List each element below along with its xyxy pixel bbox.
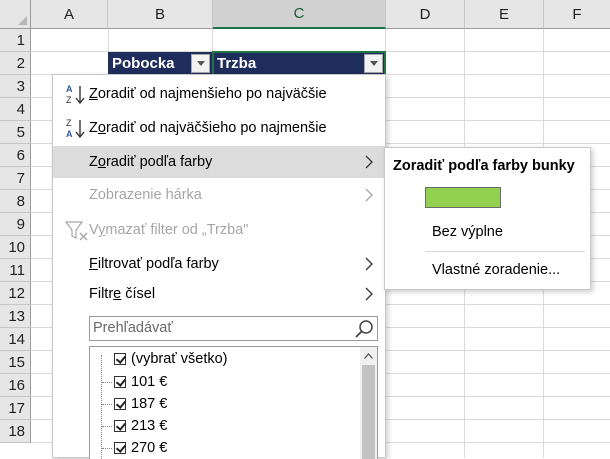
chevron-right-icon: [365, 287, 373, 301]
chevron-right-icon: [365, 155, 373, 169]
row-header[interactable]: 9: [0, 213, 31, 236]
autofilter-menu: A Z Zoradiť od najmenšieho po najväčšie …: [52, 74, 386, 459]
checkbox[interactable]: [114, 353, 126, 365]
row-header[interactable]: 14: [0, 328, 31, 351]
filter-value-list[interactable]: (vybrať všetko) 101 € 187 € 213 € 270 €: [89, 346, 378, 459]
list-item-label: 213 €: [131, 418, 168, 434]
column-header-a[interactable]: A: [31, 0, 108, 29]
cell-b2[interactable]: Pobocka: [108, 52, 212, 75]
svg-text:A: A: [66, 129, 73, 139]
filter-by-color-item[interactable]: Filtrovať podľa farby: [53, 248, 385, 280]
list-item[interactable]: 213 €: [102, 415, 167, 437]
svg-text:A: A: [66, 84, 73, 94]
sort-ascending-icon: A Z: [66, 84, 85, 105]
scrollbar-thumb[interactable]: [362, 365, 375, 459]
list-item-select-all[interactable]: (vybrať všetko): [114, 348, 228, 370]
number-filters-label: Filtre čísel: [89, 286, 156, 302]
row-header[interactable]: 1: [0, 29, 31, 52]
row-header[interactable]: 10: [0, 236, 31, 259]
sort-by-color-label: Zoradiť podľa farby: [89, 154, 213, 170]
list-item-label: 101 €: [131, 374, 168, 390]
custom-sort-option[interactable]: Vlastné zoradenie...: [432, 262, 560, 278]
no-fill-option[interactable]: Bez výplne: [432, 224, 503, 240]
scroll-up-icon[interactable]: [364, 353, 373, 359]
column-header-c[interactable]: C: [213, 0, 386, 29]
clear-filter-icon: [65, 221, 88, 241]
search-placeholder: Prehľadávať: [93, 320, 173, 336]
list-item[interactable]: 187 €: [102, 393, 167, 415]
list-item-label: (vybrať všetko): [131, 351, 228, 367]
row-header[interactable]: 17: [0, 397, 31, 420]
filter-dropdown-button-b[interactable]: [191, 54, 210, 73]
list-scrollbar[interactable]: [360, 347, 377, 459]
tree-connector: [102, 425, 112, 427]
sort-descending-label: Zoradiť od najväčšieho po najmenšie: [89, 120, 327, 136]
row-header[interactable]: 7: [0, 167, 31, 190]
checkbox[interactable]: [114, 442, 126, 454]
active-cell-border: [212, 51, 386, 76]
checkbox[interactable]: [114, 376, 126, 388]
list-item-label: 270 €: [131, 440, 168, 456]
sort-descending-icon: Z A: [66, 118, 85, 139]
search-input[interactable]: Prehľadávať: [89, 316, 378, 341]
list-item[interactable]: 101 €: [102, 371, 167, 393]
search-icon: [355, 320, 373, 338]
separator: [425, 251, 585, 252]
tree-connector: [102, 403, 112, 405]
submenu-title: Zoradiť podľa farby bunky: [393, 158, 575, 174]
sheet-view-item[interactable]: Zobrazenie hárka: [53, 179, 385, 211]
column-header-f[interactable]: F: [544, 0, 610, 29]
chevron-right-icon: [365, 188, 373, 202]
row-header[interactable]: 18: [0, 420, 31, 443]
filter-by-color-label: Filtrovať podľa farby: [89, 256, 219, 272]
row-header[interactable]: 12: [0, 282, 31, 305]
sort-descending-item[interactable]: Z A Zoradiť od najväčšieho po najmenšie: [53, 112, 385, 144]
clear-filter-label: Vymazať filter od „Trzba": [89, 222, 249, 238]
row-header[interactable]: 5: [0, 121, 31, 144]
row-header[interactable]: 6: [0, 144, 31, 167]
row-header[interactable]: 2: [0, 52, 31, 75]
chevron-right-icon: [365, 257, 373, 271]
sort-ascending-label: Zoradiť od najmenšieho po najväčšie: [89, 86, 327, 102]
tree-connector: [102, 381, 112, 383]
cell-b2-text: Pobocka: [112, 55, 175, 72]
sort-ascending-item[interactable]: A Z Zoradiť od najmenšieho po najväčšie: [53, 78, 385, 110]
row-header[interactable]: 4: [0, 98, 31, 121]
svg-text:Z: Z: [66, 118, 72, 128]
cell-color-swatch-option[interactable]: [425, 187, 501, 208]
column-header-e[interactable]: E: [465, 0, 544, 29]
row-header[interactable]: 15: [0, 351, 31, 374]
row-header[interactable]: 3: [0, 75, 31, 98]
sort-by-color-submenu: Zoradiť podľa farby bunky Bez výplne Vla…: [384, 147, 591, 290]
select-all-corner[interactable]: [0, 0, 31, 29]
number-filters-item[interactable]: Filtre čísel: [53, 278, 385, 310]
svg-text:Z: Z: [66, 95, 72, 105]
list-item-label: 187 €: [131, 396, 168, 412]
clear-filter-item[interactable]: Vymazať filter od „Trzba": [53, 214, 385, 246]
list-item[interactable]: 270 €: [102, 437, 167, 459]
sheet-view-label: Zobrazenie hárka: [89, 187, 202, 203]
row-header[interactable]: 8: [0, 190, 31, 213]
checkbox[interactable]: [114, 398, 126, 410]
row-header[interactable]: 16: [0, 374, 31, 397]
column-header-d[interactable]: D: [386, 0, 465, 29]
tree-connector: [102, 447, 112, 449]
row-header[interactable]: 11: [0, 259, 31, 282]
column-header-b[interactable]: B: [108, 0, 213, 29]
row-header[interactable]: 13: [0, 305, 31, 328]
sort-by-color-item[interactable]: Zoradiť podľa farby: [53, 146, 385, 178]
checkbox[interactable]: [114, 420, 126, 432]
